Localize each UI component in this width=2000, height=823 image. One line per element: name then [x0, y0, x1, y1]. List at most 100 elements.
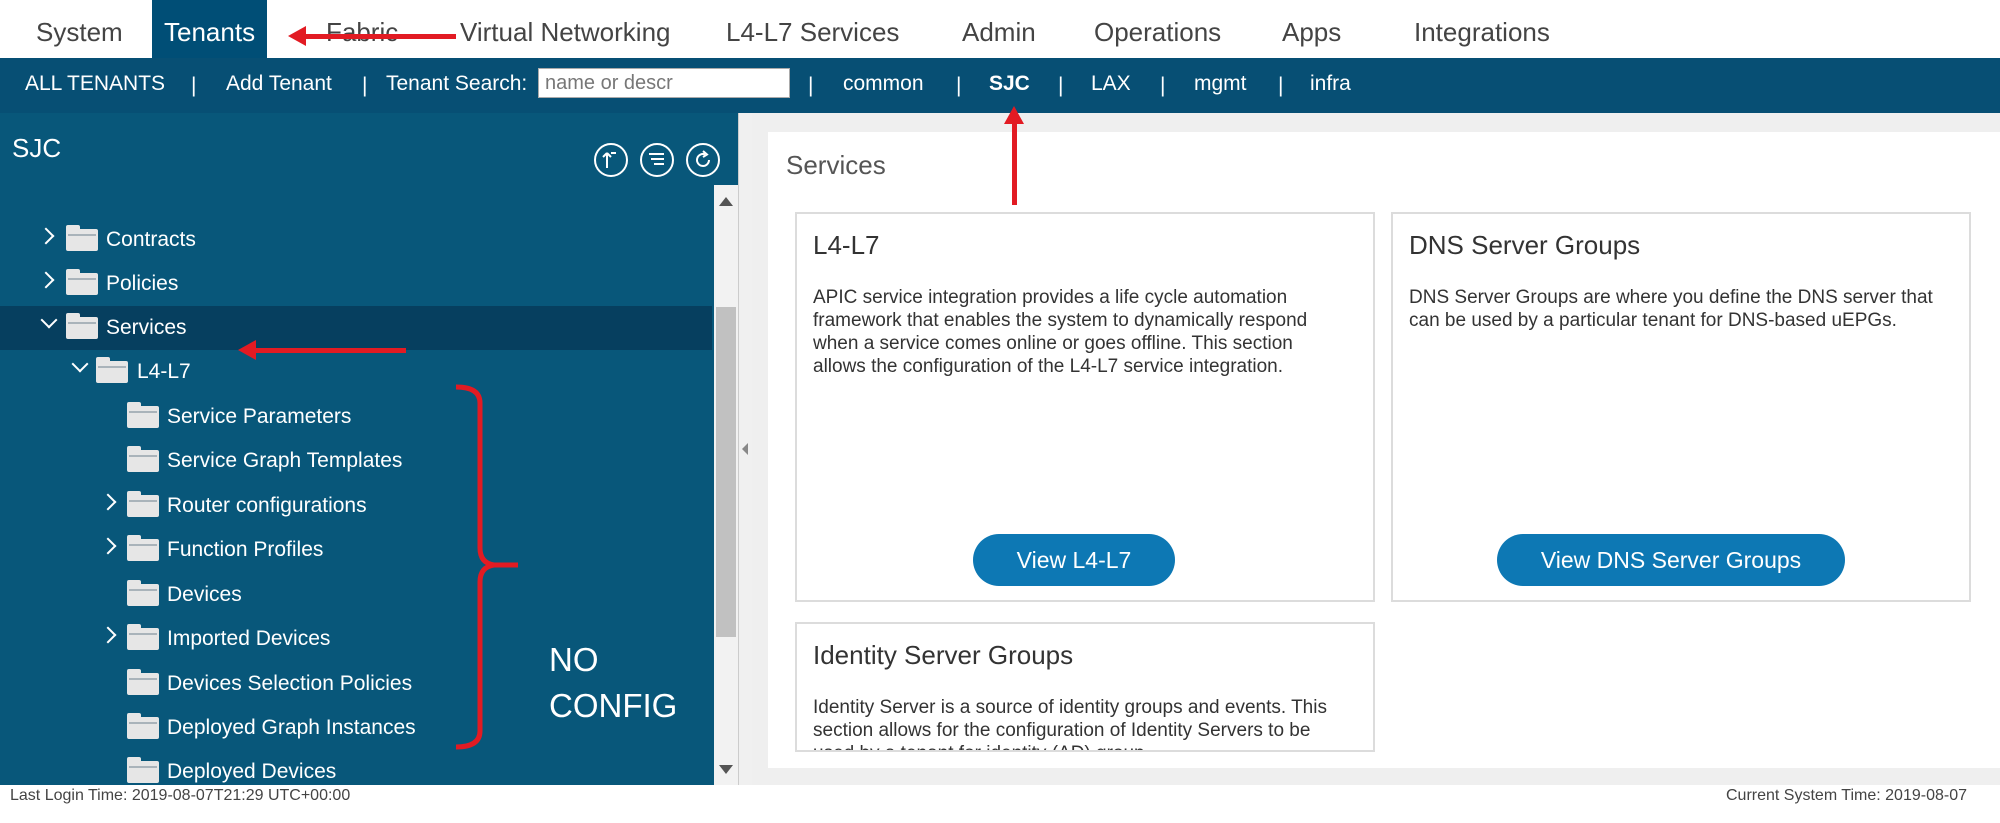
separator: | — [1160, 74, 1166, 97]
card-l4-l7: L4-L7 APIC service integration provides … — [795, 212, 1375, 602]
last-login-time: Last Login Time: 2019-08-07T21:29 UTC+00… — [10, 787, 351, 804]
view-l4-l7-button[interactable]: View L4-L7 — [973, 534, 1175, 586]
filter-tree-button[interactable] — [640, 143, 674, 177]
tenant-link-mgmt[interactable]: mgmt — [1194, 58, 1247, 113]
annotation-arrow-l4-l7 — [254, 348, 406, 353]
view-dns-server-groups-button[interactable]: View DNS Server Groups — [1497, 534, 1845, 586]
tenant-link-common[interactable]: common — [843, 58, 924, 113]
annotation-arrow-tenants — [304, 34, 456, 39]
tree-item-label: Service Graph Templates — [167, 449, 403, 472]
tenant-sub-navigation: ALL TENANTS | Add Tenant | Tenant Search… — [0, 58, 2000, 113]
refresh-tree-button[interactable] — [686, 143, 720, 177]
tab-apps[interactable]: Apps — [1282, 0, 1341, 58]
chevron-right-icon[interactable] — [99, 626, 117, 644]
tenant-search-label: Tenant Search: — [386, 72, 528, 95]
scrollbar-thumb[interactable] — [716, 307, 736, 637]
panel-splitter[interactable] — [738, 113, 753, 785]
tenant-search-input[interactable] — [538, 68, 790, 98]
separator: | — [362, 74, 368, 97]
add-tenant-link[interactable]: Add Tenant — [226, 58, 332, 113]
tab-system[interactable]: System — [36, 0, 123, 58]
current-system-time: Current System Time: 2019-08-07 — [1726, 787, 1967, 804]
separator: | — [808, 74, 814, 97]
folder-icon — [127, 580, 159, 606]
tenant-link-infra[interactable]: infra — [1310, 58, 1351, 113]
page-title: Services — [786, 150, 886, 180]
annotation-arrowhead — [238, 340, 256, 360]
card-description: APIC service integration provides a life… — [813, 287, 1308, 377]
tree-item-router-configurations[interactable]: Router configurations — [0, 484, 712, 528]
folder-icon — [127, 757, 159, 783]
tenant-link-sjc[interactable]: SJC — [989, 58, 1030, 113]
services-panel: Services L4-L7 APIC service integration … — [768, 132, 2000, 768]
folder-icon — [66, 269, 98, 295]
tab-operations[interactable]: Operations — [1094, 0, 1221, 58]
chevron-right-icon[interactable] — [99, 493, 117, 511]
tree-item-contracts[interactable]: Contracts — [0, 218, 712, 262]
collapse-arrow-icon[interactable] — [742, 443, 748, 455]
chevron-down-icon[interactable] — [40, 311, 58, 329]
folder-icon — [127, 446, 159, 472]
tree-item-label: Deployed Graph Instances — [167, 716, 416, 739]
tab-fabric[interactable]: Fabric — [326, 0, 398, 58]
tree-item-service-parameters[interactable]: Service Parameters — [0, 395, 712, 439]
tree-item-label: Services — [106, 316, 187, 339]
separator: | — [191, 74, 197, 97]
chevron-right-icon[interactable] — [99, 537, 117, 555]
separator: | — [1058, 74, 1064, 97]
tree-title: SJC — [12, 133, 62, 163]
card-dns-server-groups: DNS Server Groups DNS Server Groups are … — [1391, 212, 1971, 602]
folder-icon — [66, 313, 98, 339]
folder-icon — [127, 624, 159, 650]
tree-item-policies[interactable]: Policies — [0, 262, 712, 306]
tree-item-service-graph-templates[interactable]: Service Graph Templates — [0, 439, 712, 483]
tree-item-l4-l7[interactable]: L4-L7 — [0, 350, 712, 394]
folder-icon — [127, 535, 159, 561]
all-tenants-link[interactable]: ALL TENANTS — [25, 58, 165, 113]
no-config-annotation: NO CONFIG — [549, 641, 678, 724]
tree-item-devices[interactable]: Devices — [0, 573, 712, 617]
annotation-bracket — [455, 384, 518, 750]
card-description: DNS Server Groups are where you define t… — [1409, 287, 1933, 331]
tree-item-function-profiles[interactable]: Function Profiles — [0, 528, 712, 572]
folder-icon — [66, 225, 98, 251]
tree-item-label: Service Parameters — [167, 405, 352, 428]
tree-item-label: Devices Selection Policies — [167, 672, 413, 695]
folder-icon — [127, 402, 159, 428]
scroll-down-icon[interactable] — [719, 765, 733, 774]
tree-item-label: Router configurations — [167, 494, 367, 517]
scroll-up-icon[interactable] — [719, 197, 733, 206]
chevron-right-icon[interactable] — [37, 271, 55, 289]
separator: | — [956, 74, 962, 97]
card-title: DNS Server Groups — [1409, 230, 1641, 260]
folder-icon — [96, 357, 128, 383]
card-title: L4-L7 — [813, 230, 880, 260]
tab-l4-l7-services[interactable]: L4-L7 Services — [726, 0, 899, 58]
chevron-right-icon[interactable] — [37, 227, 55, 245]
tenant-link-lax[interactable]: LAX — [1091, 58, 1131, 113]
folder-icon — [127, 491, 159, 517]
collapse-icon — [602, 152, 616, 168]
card-title: Identity Server Groups — [813, 640, 1074, 670]
status-footer: Last Login Time: 2019-08-07T21:29 UTC+00… — [0, 785, 2000, 823]
chevron-down-icon[interactable] — [71, 355, 89, 373]
tab-tenants[interactable]: Tenants — [152, 0, 268, 58]
folder-icon — [127, 713, 159, 739]
refresh-icon — [696, 150, 710, 167]
tree-item-label: Contracts — [106, 228, 196, 251]
annotation-arrowhead — [288, 26, 306, 46]
collapse-tree-button[interactable] — [594, 143, 628, 177]
tree-item-label: Devices — [167, 583, 242, 606]
folder-icon — [127, 669, 159, 695]
list-filter-icon — [649, 153, 664, 165]
annotation-arrowhead — [1004, 106, 1024, 124]
tab-virtual-networking[interactable]: Virtual Networking — [460, 0, 671, 58]
tree-item-label: Imported Devices — [167, 627, 331, 650]
tab-admin[interactable]: Admin — [962, 0, 1036, 58]
annotation-arrow-sjc — [1012, 120, 1017, 205]
tree-item-label: L4-L7 — [137, 360, 191, 383]
tree-item-services[interactable]: Services — [0, 306, 712, 350]
tree-scrollbar[interactable] — [714, 185, 738, 785]
card-identity-server-groups: Identity Server Groups Identity Server i… — [795, 622, 1375, 752]
tab-integrations[interactable]: Integrations — [1414, 0, 1550, 58]
